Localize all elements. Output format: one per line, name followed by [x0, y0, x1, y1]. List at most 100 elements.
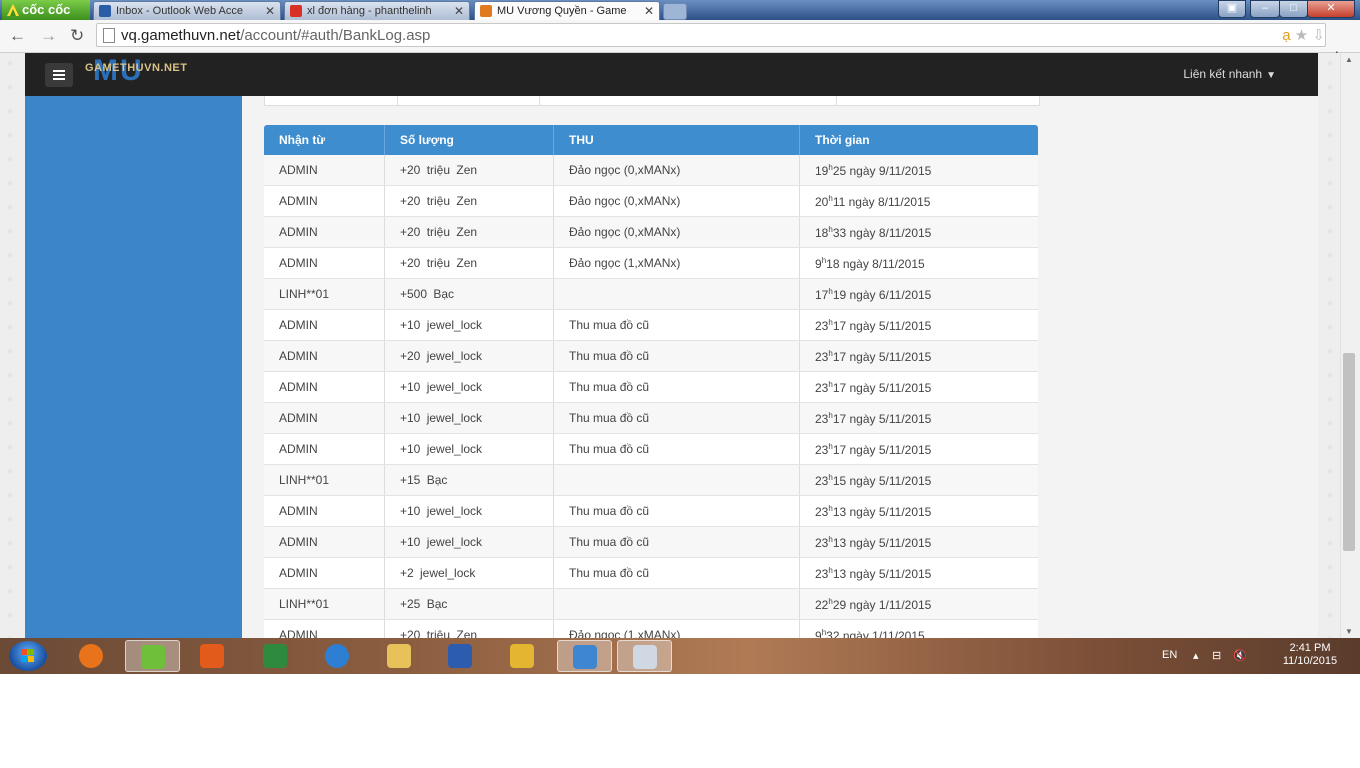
tab-gmail[interactable]: xl đơn hàng - phanthelinh ✕ [284, 1, 470, 20]
time-rest: 25 ngày 9/11/2015 [832, 163, 932, 178]
taskbar-mail-button[interactable] [495, 640, 550, 672]
table-row: ADMIN +20 triệu Zen Đảo ngọc (0,xMANx) 19h2… [264, 155, 1038, 186]
cell-from: ADMIN [264, 309, 385, 341]
cell-reason: Thu mua đồ cũ [553, 495, 800, 527]
close-tab-icon[interactable]: ✕ [454, 2, 464, 20]
cell-from: ADMIN [264, 371, 385, 403]
cell-time: 18h33 ngày 8/11/2015 [799, 216, 1038, 248]
reload-icon[interactable]: ↻ [70, 26, 84, 46]
gmail-favicon-icon [290, 5, 302, 17]
cell-amount: +15 Bạc [384, 464, 554, 496]
cell-reason: Đảo ngọc (0,xMANx) [553, 185, 800, 217]
profile-icon[interactable]: ▣ [1218, 0, 1246, 18]
cell-from: LINH**01 [264, 278, 385, 310]
show-hidden-icons-icon[interactable]: ▴ [1193, 649, 1199, 662]
outlook-favicon-icon [99, 5, 111, 17]
cell-amount: +10 jewel_lock [384, 433, 554, 465]
taskbar-firefox-button[interactable] [64, 640, 119, 672]
mail-icon [510, 644, 534, 668]
taskbar-word-button[interactable] [433, 640, 488, 672]
download-arrow-icon[interactable]: ⇩ [1312, 27, 1325, 44]
website: MU GAMETHUVN.NET Liên kết nhanh ▼ Nhận từ… [0, 53, 1340, 674]
cell-amount: +10 jewel_lock [384, 495, 554, 527]
time-rest: 17 ngày 5/11/2015 [832, 442, 932, 457]
scroll-up-icon[interactable]: ▲ [1345, 55, 1353, 64]
cell-time: 23h15 ngày 5/11/2015 [799, 464, 1038, 496]
cell-amount: +20 jewel_lock [384, 340, 554, 372]
time-rest: 17 ngày 5/11/2015 [832, 318, 932, 333]
volume-muted-icon[interactable]: 🔇 [1233, 649, 1247, 662]
vertical-scrollbar[interactable]: ▲ ▼ [1340, 53, 1357, 638]
cell-reason: Đảo ngọc (0,xMANx) [553, 155, 800, 186]
cell-time: 20h11 ngày 8/11/2015 [799, 185, 1038, 217]
table-header-row: Nhận từ Số lượng THU Thời gian [264, 125, 1038, 155]
scroll-down-icon[interactable]: ▼ [1345, 627, 1353, 636]
cell-amount: +20 triệu Zen [384, 247, 554, 279]
clock[interactable]: 2:41 PM 11/10/2015 [1280, 642, 1340, 668]
browser-tab-strip: cốc cốc Inbox - Outlook Web Acce ✕ xl đơ… [0, 0, 1360, 20]
cell-reason [553, 588, 800, 620]
forward-icon[interactable]: → [40, 26, 57, 46]
cell-time: 23h17 ngày 5/11/2015 [799, 309, 1038, 341]
tab-mu-game[interactable]: MU Vương Quyền - Game ✕ [474, 1, 660, 20]
site-navbar: MU GAMETHUVN.NET Liên kết nhanh ▼ [25, 53, 1318, 96]
cell-from: ADMIN [264, 216, 385, 248]
taskbar-coccoc-button[interactable] [125, 640, 180, 672]
time-hour: 22 [815, 597, 829, 612]
table-row: ADMIN +10 jewel_lock Thu mua đồ cũ 23h13 ng… [264, 526, 1038, 558]
time-hour: 23 [815, 380, 829, 395]
minimize-button[interactable]: – [1250, 0, 1280, 18]
close-tab-icon[interactable]: ✕ [265, 2, 275, 20]
time-hour: 23 [815, 473, 829, 488]
screen: cốc cốc Inbox - Outlook Web Acce ✕ xl đơ… [0, 0, 1360, 674]
close-window-button[interactable]: ✕ [1307, 0, 1355, 18]
dictionary-icon[interactable]: ạ [1282, 27, 1290, 44]
time-hour: 23 [815, 442, 829, 457]
taskbar-paint-button[interactable] [617, 640, 672, 672]
table-row: ADMIN +10 jewel_lock Thu mua đồ cũ 23h17 ng… [264, 309, 1038, 341]
url-text: vq.gamethuvn.net/account/#auth/BankLog.a… [121, 27, 431, 44]
cell-from: LINH**01 [264, 464, 385, 496]
time-hour: 23 [815, 504, 829, 519]
scrollbar-thumb[interactable] [1343, 353, 1355, 551]
maximize-button[interactable]: □ [1279, 0, 1308, 18]
taskbar-file-explorer-button[interactable] [372, 640, 427, 672]
tab-outlook[interactable]: Inbox - Outlook Web Acce ✕ [93, 1, 281, 20]
cell-amount: +500 Bạc [384, 278, 554, 310]
taskbar-excel-button[interactable] [248, 640, 303, 672]
taskbar-internet-explorer-button[interactable] [310, 640, 365, 672]
network-icon[interactable]: ⊟ [1212, 649, 1221, 662]
browser-brand-button[interactable]: cốc cốc [2, 0, 90, 20]
taskbar-paint-app-button[interactable] [557, 640, 612, 672]
cell-reason: Thu mua đồ cũ [553, 309, 800, 341]
cell-time: 23h17 ngày 5/11/2015 [799, 433, 1038, 465]
start-button[interactable] [9, 641, 47, 671]
table-row: LINH**01 +15 Bạc 23h15 ngày 5/11/2015 [264, 464, 1038, 496]
coccoc-logo-icon [7, 4, 19, 16]
taskbar: EN ▴ ⊟ 🔇 2:41 PM 11/10/2015 [0, 638, 1360, 674]
time-rest: 17 ngày 5/11/2015 [832, 349, 932, 364]
star-icon[interactable]: ★ [1295, 27, 1308, 44]
cell-from: ADMIN [264, 495, 385, 527]
table-body: ADMIN +20 triệu Zen Đảo ngọc (0,xMANx) 19h2… [264, 155, 1038, 651]
cell-time: 17h19 ngày 6/11/2015 [799, 278, 1038, 310]
cell-from: ADMIN [264, 247, 385, 279]
back-icon[interactable]: ← [9, 26, 26, 46]
language-indicator[interactable]: EN [1162, 649, 1177, 661]
quick-links-dropdown[interactable]: Liên kết nhanh ▼ [1183, 67, 1276, 81]
hamburger-menu-button[interactable] [45, 63, 73, 87]
coccoc-icon [141, 645, 165, 669]
taskbar-media-player-button[interactable] [185, 640, 240, 672]
cell-time: 23h17 ngày 5/11/2015 [799, 371, 1038, 403]
address-bar[interactable]: vq.gamethuvn.net/account/#auth/BankLog.a… [96, 23, 1326, 47]
cell-reason: Thu mua đồ cũ [553, 526, 800, 558]
cell-from: ADMIN [264, 155, 385, 186]
cell-from: LINH**01 [264, 588, 385, 620]
close-tab-icon[interactable]: ✕ [644, 2, 654, 20]
paint-app-icon [573, 645, 597, 669]
page-icon [103, 28, 115, 43]
new-tab-button[interactable] [663, 3, 687, 20]
cell-from: ADMIN [264, 526, 385, 558]
cell-amount: +20 triệu Zen [384, 216, 554, 248]
site-logo[interactable]: MU GAMETHUVN.NET [85, 54, 187, 87]
